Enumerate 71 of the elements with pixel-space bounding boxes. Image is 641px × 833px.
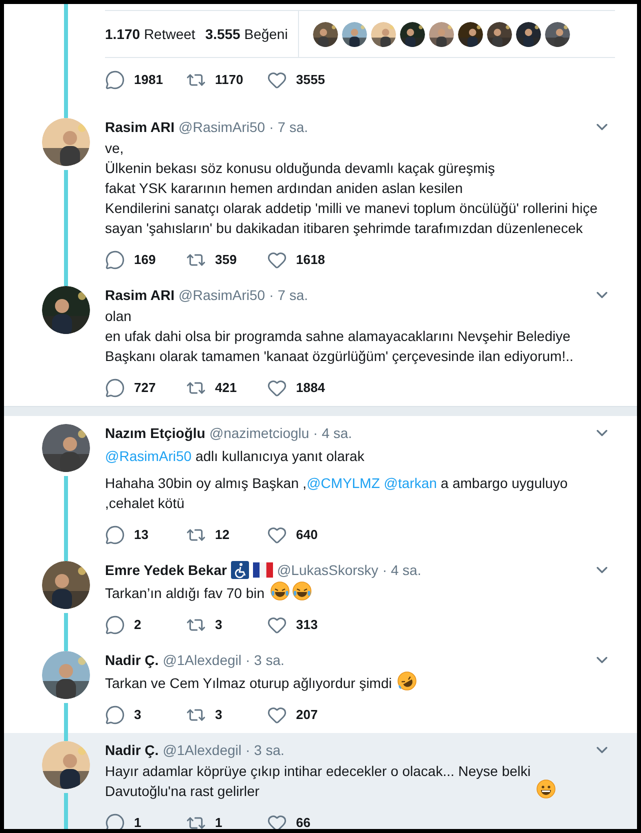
- tweet-text: ve, Ülkenin bekası söz konusu olduğunda devamlı kaçak güreşmiş fakat YSK kararının hemen ardından aniden aslan kesilen Kendilerini sanatçı olarak addetip 'milli ve manevi toplum öncülüğü' rollerini hiçe sayan 'şahısların' bu dakikadan itibaren şehrimde tarafımızdan düzenlenecek: [105, 139, 598, 238]
- tweet-text: Hahaha 30bin oy almış Başkan ,@CMYLMZ @tarkan a ambargo uyguluyo ,cehalet kötü: [105, 474, 568, 513]
- reply-icon[interactable]: [105, 525, 125, 545]
- mention-link[interactable]: @tarkan: [384, 475, 437, 491]
- reply-icon[interactable]: [105, 705, 125, 725]
- heart-icon[interactable]: [267, 250, 287, 270]
- action-count: 169: [134, 251, 156, 270]
- heart-icon[interactable]: [267, 615, 287, 635]
- tweet-time[interactable]: · 7 sa.: [269, 284, 308, 306]
- action-count: 359: [215, 251, 237, 270]
- heart-icon[interactable]: [267, 70, 287, 90]
- user-handle[interactable]: @RasimAri50: [178, 284, 266, 306]
- action-count: 640: [296, 526, 318, 544]
- user-name[interactable]: Rasim ARI: [105, 116, 175, 138]
- user-handle[interactable]: @RasimAri50: [178, 116, 266, 138]
- tweet-text: Tarkan ve Cem Yılmaz oturup ağlıyordur şimdi: [105, 674, 392, 693]
- action-count: 3555: [296, 71, 325, 90]
- tweet-time[interactable]: · 7 sa.: [269, 116, 308, 138]
- emoji-icon: [292, 581, 312, 601]
- mention-link[interactable]: @RasimAri50: [105, 448, 192, 464]
- heart-icon[interactable]: [267, 705, 287, 725]
- user-name[interactable]: Nazım Etçioğlu: [105, 422, 206, 444]
- reply-icon[interactable]: [105, 378, 125, 398]
- action-count: 1618: [296, 251, 325, 270]
- user-handle[interactable]: @1Alexdegil: [162, 650, 242, 670]
- action-count: 3: [215, 616, 222, 634]
- action-count: 207: [296, 706, 318, 724]
- action-count: 1170: [215, 71, 244, 90]
- reply-icon[interactable]: [105, 615, 125, 635]
- flag-icon: [252, 562, 273, 578]
- user-handle[interactable]: @1Alexdegil: [162, 740, 242, 760]
- action-count: 66: [296, 814, 310, 829]
- user-handle[interactable]: @LukasSkorsky: [276, 560, 378, 580]
- action-count: 727: [134, 379, 156, 398]
- mention-link[interactable]: @CMYLMZ: [306, 475, 380, 491]
- user-name[interactable]: Rasim ARI: [105, 284, 175, 306]
- reply-context: @RasimAri50 adlı kullanıcıya yanıt olarak: [105, 447, 366, 466]
- user-name[interactable]: Nadir Ç.: [105, 650, 159, 670]
- reply-icon[interactable]: [105, 250, 125, 270]
- wheelchair-icon: [230, 561, 249, 579]
- action-count: 421: [215, 379, 237, 398]
- reply-icon[interactable]: [105, 70, 125, 90]
- emoji-icon: [270, 581, 290, 601]
- tweet-time[interactable]: · 3 sa.: [246, 650, 284, 670]
- emoji-icon: [536, 779, 556, 799]
- reply-icon[interactable]: [105, 813, 125, 829]
- emoji-icon: [396, 671, 417, 691]
- heart-icon[interactable]: [267, 813, 287, 829]
- action-count: 2: [134, 616, 142, 634]
- tweet-text: olan en ufak dahi olsa bir programda sahne alamayacaklarını Nevşehir Belediye Başkanı olarak tamamen 'kanaat özgürlüğüm' çerçevesinde ilan ediyorum!..: [105, 307, 574, 366]
- tweet-time[interactable]: · 3 sa.: [246, 740, 284, 760]
- user-name[interactable]: Emre Yedek Bekar: [105, 560, 227, 580]
- action-count: 1981: [134, 71, 163, 90]
- heart-icon[interactable]: [267, 378, 287, 398]
- action-count: 1884: [296, 379, 325, 398]
- user-handle[interactable]: @nazimetcioglu: [209, 422, 310, 444]
- tweet-text: Hayır adamlar köprüye çıkıp intihar edecekler o olacak... Neyse belki Davutoğlu'na rast gelirler: [105, 762, 531, 801]
- tweet-text: Tarkan’ın aldığı fav 70 bin: [105, 584, 265, 603]
- heart-icon[interactable]: [267, 525, 287, 545]
- action-count: 12: [215, 526, 230, 544]
- user-name[interactable]: Nadir Ç.: [105, 740, 159, 760]
- action-count: 13: [134, 526, 148, 544]
- tweet-time[interactable]: · 4 sa.: [313, 422, 352, 444]
- tweet-time[interactable]: · 4 sa.: [382, 560, 422, 580]
- action-count: 1: [134, 814, 142, 829]
- action-count: 313: [296, 616, 318, 634]
- action-count: 3: [215, 706, 222, 724]
- retweet-stat[interactable]: 1.170 Retweet: [105, 24, 196, 44]
- like-stat[interactable]: 3.555 Beğeni: [205, 24, 288, 44]
- action-count: 1: [215, 814, 222, 829]
- action-count: 3: [134, 706, 142, 724]
